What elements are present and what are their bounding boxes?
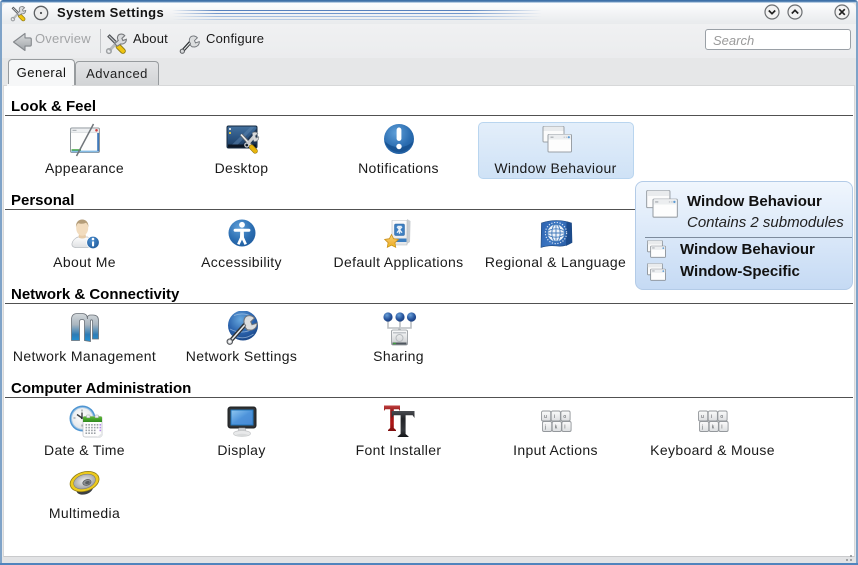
svg-text:u: u (544, 414, 547, 420)
svg-text:l: l (564, 425, 565, 431)
svg-text:i: i (710, 414, 711, 420)
svg-text:j: j (701, 425, 703, 431)
svg-text:l: l (721, 425, 722, 431)
svg-text:j: j (544, 425, 546, 431)
svg-text:o: o (563, 414, 566, 420)
svg-text:o: o (720, 414, 723, 420)
svg-text:u: u (701, 414, 704, 420)
svg-text:i: i (553, 414, 554, 420)
